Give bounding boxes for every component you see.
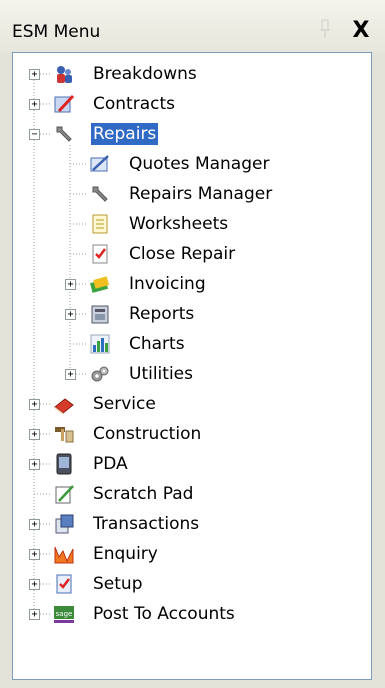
expand-toggle[interactable]: + xyxy=(29,69,40,80)
quotes-manager-icon xyxy=(90,155,109,172)
wrench-icon xyxy=(92,186,108,202)
expand-toggle[interactable]: + xyxy=(29,609,40,620)
tree-item-label: Scratch Pad xyxy=(93,484,194,504)
close-button[interactable]: X xyxy=(348,18,374,44)
tree-item-contracts[interactable]: + Contracts xyxy=(13,89,371,119)
tree-item-utilities[interactable]: + Utilities xyxy=(13,359,371,389)
expand-toggle[interactable]: + xyxy=(29,519,40,530)
tree-item-invoicing[interactable]: + Invoicing xyxy=(13,269,371,299)
scratch-pad-icon xyxy=(55,485,74,504)
pda-device-icon xyxy=(56,453,72,475)
tree-item-label: Construction xyxy=(93,424,202,444)
tree-item-reports[interactable]: + Reports xyxy=(13,299,371,329)
tree-item-quotes-manager[interactable]: Quotes Manager xyxy=(13,149,371,179)
expand-toggle[interactable]: + xyxy=(29,429,40,440)
reports-icon xyxy=(91,305,109,324)
tree-item-label: Repairs Manager xyxy=(129,184,273,204)
wrench-icon xyxy=(56,126,72,142)
tree-item-construction[interactable]: + Construction xyxy=(13,419,371,449)
construction-icon xyxy=(55,427,74,443)
expand-toggle[interactable]: + xyxy=(29,549,40,560)
tree-item-label: Quotes Manager xyxy=(129,154,270,174)
tree-item-label: Close Repair xyxy=(129,244,236,264)
tree-item-label: Contracts xyxy=(93,94,175,114)
panel-title: ESM Menu xyxy=(12,22,101,42)
tree-item-label: Worksheets xyxy=(129,214,229,234)
breakdowns-icon xyxy=(57,66,72,83)
collapse-toggle[interactable]: − xyxy=(29,129,40,140)
tree-item-label: Repairs xyxy=(91,123,159,145)
expand-toggle[interactable]: + xyxy=(65,369,76,380)
tree-item-label: PDA xyxy=(93,454,128,474)
panel-titlebar: ESM Menu X xyxy=(0,0,385,52)
tree-item-breakdowns[interactable]: + Breakdowns xyxy=(13,59,371,89)
pin-icon[interactable] xyxy=(318,18,332,40)
transactions-icon xyxy=(55,514,74,534)
expand-toggle[interactable]: + xyxy=(65,279,76,290)
tree-item-charts[interactable]: Charts xyxy=(13,329,371,359)
expand-toggle[interactable]: + xyxy=(29,99,40,110)
tree-item-label: Utilities xyxy=(129,364,193,384)
sage-logo-icon: sage xyxy=(54,606,74,623)
enquiry-icon xyxy=(54,546,74,564)
worksheet-icon xyxy=(92,214,108,234)
esm-menu-panel: ESM Menu X + Breakdowns + Contracts − Re… xyxy=(0,0,385,688)
tree-item-label: Transactions xyxy=(93,514,200,534)
expand-toggle[interactable]: + xyxy=(29,399,40,410)
tree-item-label: Invoicing xyxy=(129,274,206,294)
tree-item-transactions[interactable]: + Transactions xyxy=(13,509,371,539)
invoicing-icon xyxy=(89,276,110,293)
setup-checklist-icon xyxy=(56,574,72,594)
expand-toggle[interactable]: + xyxy=(29,579,40,590)
gears-icon xyxy=(91,366,109,382)
service-book-icon xyxy=(54,398,74,415)
tree-item-label: Charts xyxy=(129,334,185,354)
sage-logo-text: sage xyxy=(56,610,73,618)
expand-toggle[interactable]: + xyxy=(65,309,76,320)
tree-item-label: Service xyxy=(93,394,156,414)
tree-item-label: Enquiry xyxy=(93,544,158,564)
contracts-icon xyxy=(54,94,75,113)
tree-item-enquiry[interactable]: + Enquiry xyxy=(13,539,371,569)
tree-item-worksheets[interactable]: Worksheets xyxy=(13,209,371,239)
tree-item-label: Breakdowns xyxy=(93,64,197,84)
tree-item-pda[interactable]: + PDA xyxy=(13,449,371,479)
tree-item-service[interactable]: + Service xyxy=(13,389,371,419)
tree-item-repairs[interactable]: − Repairs xyxy=(13,119,371,149)
bar-chart-icon xyxy=(90,334,110,354)
tree-item-label: Post To Accounts xyxy=(93,604,235,624)
menu-tree: + Breakdowns + Contracts − Repairs Quote… xyxy=(12,52,372,680)
tree-item-post-to-accounts[interactable]: + sage Post To Accounts xyxy=(13,599,371,629)
tree-item-label: Reports xyxy=(129,304,195,324)
expand-toggle[interactable]: + xyxy=(29,459,40,470)
checklist-icon xyxy=(92,244,108,264)
tree-item-setup[interactable]: + Setup xyxy=(13,569,371,599)
tree-item-scratch-pad[interactable]: Scratch Pad xyxy=(13,479,371,509)
tree-item-close-repair[interactable]: Close Repair xyxy=(13,239,371,269)
tree-item-repairs-manager[interactable]: Repairs Manager xyxy=(13,179,371,209)
tree-item-label: Setup xyxy=(93,574,143,594)
